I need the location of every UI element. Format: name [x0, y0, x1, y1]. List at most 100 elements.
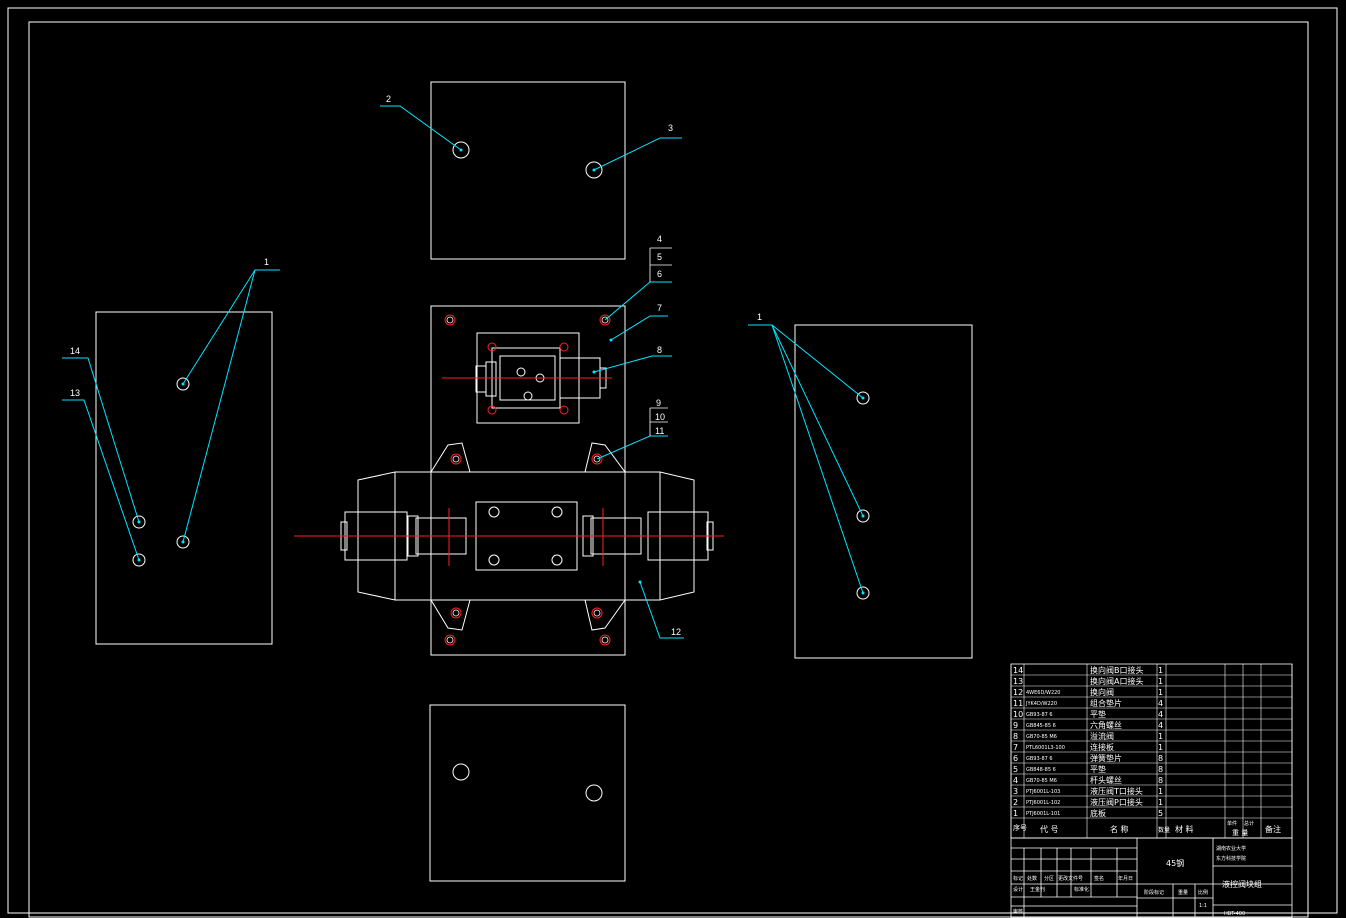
bom-row-name: 溢流阀	[1090, 731, 1114, 741]
bom-row-no: 6	[1013, 754, 1018, 763]
bom-row-name: 液压阀P口接头	[1090, 797, 1143, 807]
balloon-8: 8	[657, 345, 662, 355]
bom-row: 3 PTJ6001L-103 液压阀T口接头 1	[1013, 786, 1163, 796]
bom-row: 8 GB70-85 M6 溢流阀 1	[1013, 731, 1163, 741]
right-plate-view	[794, 324, 973, 659]
design-label: 设计	[1013, 886, 1023, 893]
bom-row-qty: 1	[1158, 666, 1163, 675]
bom-row-no: 12	[1013, 688, 1023, 697]
bom-row-no: 9	[1013, 721, 1018, 730]
bom-row-code: PTJ6001L-103	[1026, 789, 1060, 795]
bom-row: 4 GB70-85 M6 杆头螺丝 8	[1013, 775, 1163, 785]
bom-row: 10 GB93-87 6 平垫 4	[1013, 709, 1163, 719]
balloon-14: 14	[70, 346, 80, 356]
balloon-10: 10	[655, 412, 665, 422]
bom-row: 11 JYK4D/W220 组合垫片 4	[1013, 698, 1163, 708]
bottom-plate-view	[429, 704, 626, 882]
bom-header-total-weight: 总计	[1244, 820, 1254, 827]
material-text: 45钢	[1166, 858, 1184, 868]
scale-label: 比例	[1198, 889, 1208, 896]
bom-row-no: 4	[1013, 776, 1018, 785]
bom-row: 9 GB845-85 6 六角螺丝 4	[1013, 720, 1163, 730]
balloon-7: 7	[657, 303, 662, 313]
bom-row-name: 换向阀B口接头	[1090, 665, 1144, 675]
weight-label: 重量	[1178, 889, 1188, 896]
bom-row-qty: 1	[1158, 787, 1163, 796]
balloon-11: 11	[655, 426, 664, 436]
bom-row: 5 GB848-85 6 平垫 8	[1013, 764, 1163, 774]
bom-row-no: 13	[1013, 677, 1023, 686]
balloon-5: 5	[657, 252, 662, 262]
bom-row-code: GB93-87 6	[1026, 756, 1053, 762]
bom-row-code: 4WE6D/W220	[1026, 690, 1061, 696]
review-label: 审核	[1013, 908, 1023, 915]
standardize-label: 标准化	[1074, 886, 1089, 893]
bom-row-qty: 8	[1158, 765, 1163, 774]
bom-row-code: GB70-85 M6	[1026, 778, 1057, 784]
bom-row-no: 1	[1013, 809, 1018, 818]
bom-row-name: 底板	[1090, 808, 1106, 818]
bom-row-qty: 8	[1158, 754, 1163, 763]
bom-row-qty: 8	[1158, 776, 1163, 785]
bom-row-no: 14	[1013, 666, 1023, 675]
bom-row-no: 2	[1013, 798, 1018, 807]
balloon-9: 9	[656, 398, 661, 408]
bom-row: 14 换向阀B口接头 1	[1013, 665, 1163, 675]
bom-row-qty: 1	[1158, 798, 1163, 807]
bom-row-no: 10	[1013, 710, 1023, 719]
bom-row: 7 PTL6001L3-100 连接板 1	[1013, 742, 1163, 752]
bom-row-qty: 4	[1158, 721, 1163, 730]
signature-label: 签名	[1094, 875, 1104, 882]
balloon-1-left: 1	[264, 257, 269, 267]
bom-header-unit-weight: 单件	[1227, 820, 1237, 827]
top-plate-view	[430, 81, 626, 260]
change-doc-label: 更改文件号	[1058, 875, 1083, 882]
bom-row-code: GB93-87 6	[1026, 712, 1053, 718]
school-line-2: 东方科技学院	[1216, 855, 1246, 862]
bom-row-no: 5	[1013, 765, 1018, 774]
zone-label: 分区	[1044, 875, 1054, 882]
bom-row-name: 平垫	[1090, 764, 1106, 774]
bom-row-name: 杆头螺丝	[1090, 775, 1122, 785]
bom-row-name: 液压阀T口接头	[1090, 786, 1143, 796]
bom-row: 6 GB93-87 6 弹簧垫片 8	[1013, 753, 1163, 763]
bom-header-weight: 重 量	[1232, 829, 1248, 837]
balloon-1-right: 1	[757, 312, 762, 322]
bom-row-name: 换向阀A口接头	[1090, 676, 1143, 686]
bom-row-no: 7	[1013, 743, 1018, 752]
bom-row-code: GB70-85 M6	[1026, 734, 1057, 740]
left-plate-view	[95, 311, 273, 645]
bom-row-name: 六角螺丝	[1090, 720, 1122, 730]
bom-header-no: 序号	[1013, 823, 1027, 832]
bom-row-no: 8	[1013, 732, 1018, 741]
outer-frame	[7, 7, 1338, 914]
bom-row-name: 平垫	[1090, 709, 1106, 719]
bom-row: 13 换向阀A口接头 1	[1013, 676, 1163, 686]
balloon-13: 13	[70, 388, 80, 398]
balloon-4: 4	[657, 234, 662, 244]
bill-of-materials: 14 换向阀B口接头 113 换向阀A口接头 112 4WE6D/W220 换向阀 111 JY…	[1010, 663, 1293, 839]
count-label: 处数	[1027, 875, 1037, 882]
bom-row-code: PTJ6001L-102	[1026, 800, 1060, 806]
balloon-12: 12	[671, 627, 681, 637]
bom-header-remark: 备注	[1265, 824, 1281, 834]
bom-row-qty: 4	[1158, 699, 1163, 708]
bom-row: 12 4WE6D/W220 换向阀 1	[1013, 687, 1163, 697]
balloon-3: 3	[668, 123, 673, 133]
bom-row-code: GB845-85 6	[1026, 723, 1056, 729]
bom-row-name: 弹簧垫片	[1090, 753, 1122, 763]
cad-drawing: 2 3 1 14 13 1 4 5 6 7 8 9 10 11 12 14 换向阀…	[7, 7, 1338, 918]
bom-row-qty: 1	[1158, 743, 1163, 752]
bom-header-code: 代 号	[1040, 824, 1059, 834]
bom-row-name: 换向阀	[1090, 687, 1114, 697]
school-line-1: 湖南农业大学	[1216, 845, 1246, 852]
bom-row-qty: 5	[1158, 809, 1163, 818]
bom-row-code: JYK4D/W220	[1025, 701, 1057, 707]
scale-value: 1:1	[1199, 903, 1207, 909]
bom-row-code: PTJ6001L-101	[1026, 811, 1060, 817]
date-label: 年月日	[1118, 875, 1133, 882]
stage-label: 阶段标记	[1144, 889, 1164, 896]
bom-row: 1 PTJ6001L-101 底板 5	[1013, 808, 1163, 818]
bom-row-qty: 1	[1158, 732, 1163, 741]
bom-row-qty: 4	[1158, 710, 1163, 719]
